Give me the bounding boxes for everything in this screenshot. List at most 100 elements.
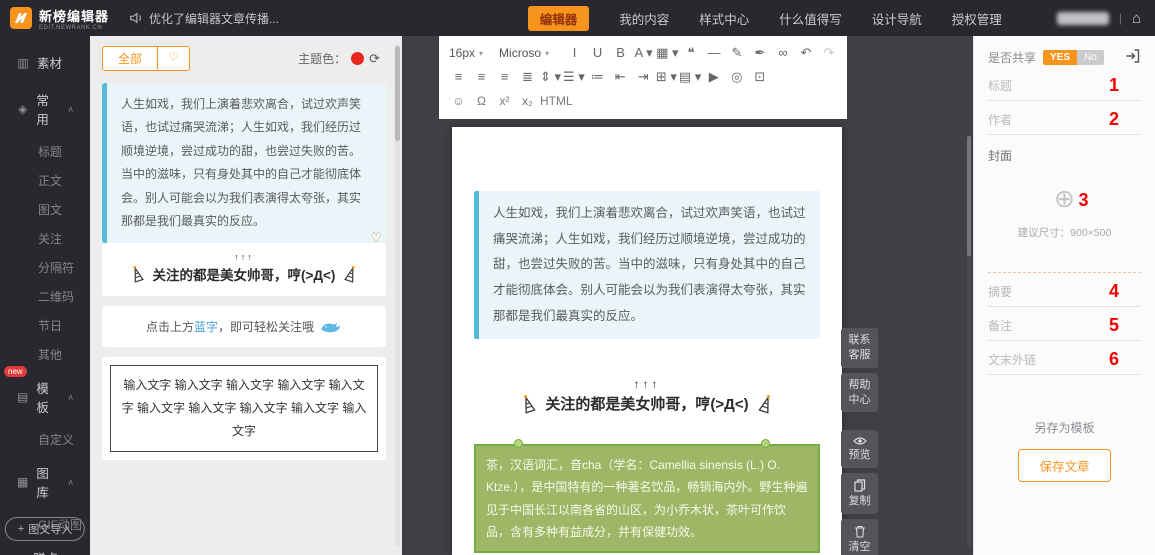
subscript-button[interactable]: x₂: [516, 91, 539, 111]
username-redacted[interactable]: [1057, 12, 1109, 25]
copy-button[interactable]: 复制: [841, 473, 878, 514]
cover-label: 封面: [988, 147, 1141, 164]
bold-button[interactable]: B: [609, 43, 632, 63]
align-justify-button[interactable]: ≣: [516, 67, 539, 87]
announcement-banner[interactable]: 优化了编辑器文章传播...: [129, 10, 279, 27]
clear-button[interactable]: 清空: [841, 519, 878, 555]
font-color-button[interactable]: A ▾: [632, 43, 655, 63]
insert-video-button[interactable]: ▶: [702, 67, 725, 87]
speaker-icon: [129, 11, 143, 25]
exit-icon[interactable]: [1124, 48, 1141, 67]
share-yes-button[interactable]: YES: [1043, 50, 1077, 65]
import-article-button[interactable]: + 图文导入: [5, 517, 85, 541]
emoji-button[interactable]: ☺: [447, 91, 470, 111]
style-card-click-follow[interactable]: 点击上方蓝字，即可轻松关注哦: [102, 306, 386, 347]
line-height-button[interactable]: ⇕ ▾: [539, 67, 562, 87]
superscript-button[interactable]: x²: [493, 91, 516, 111]
bullet-list-button[interactable]: ☰ ▾: [562, 67, 586, 87]
nav-item-style-center[interactable]: 样式中心: [699, 9, 749, 28]
selected-text-block[interactable]: 茶，汉语词汇，音cha（学名：Camellia sinensis (L.) O.…: [474, 444, 820, 553]
insert-table-button[interactable]: ⊞ ▾: [655, 67, 678, 87]
undo-button[interactable]: ↶: [795, 43, 818, 63]
scrollbar-thumb[interactable]: [395, 46, 400, 141]
underline-button[interactable]: U: [586, 43, 609, 63]
step-annotation-3: 3: [1079, 190, 1089, 211]
italic-button[interactable]: I: [563, 43, 586, 63]
outdent-button[interactable]: ⇤: [609, 67, 632, 87]
filter-all-button[interactable]: 全部: [103, 47, 157, 70]
like-heart-icon[interactable]: ♡: [370, 225, 382, 250]
party-cone-icon: [126, 263, 147, 285]
sidebar-sub-item[interactable]: 节日: [0, 311, 90, 340]
sidebar-group-earn-header[interactable]: ¥ 赚点钱 ∧: [0, 539, 90, 555]
cover-size-hint: 建议尺寸：900×500: [1018, 225, 1112, 240]
sidebar-sub-item[interactable]: 图文: [0, 195, 90, 224]
placeholder-text-box: 输入文字 输入文字 输入文字 输入文字 输入文字 输入文字 输入文字 输入文字 …: [110, 365, 378, 451]
sidebar-group-common-header[interactable]: ◈ 常用 ∧: [0, 81, 90, 137]
insert-media-button[interactable]: ▤ ▾: [678, 67, 702, 87]
fullscreen-button[interactable]: ⊡: [748, 67, 771, 87]
logo-subtitle: EDIT.NEWRANK.CN: [39, 25, 109, 31]
font-family-select[interactable]: Microso ▾: [497, 44, 555, 62]
nav-item-design-nav[interactable]: 设计导航: [872, 9, 922, 28]
scrollbar-thumb[interactable]: [967, 136, 971, 256]
search-replace-button[interactable]: ◎: [725, 67, 748, 87]
step-annotation-6: 6: [1109, 349, 1119, 370]
font-size-select[interactable]: 16px ▾: [447, 44, 489, 62]
sidebar-sub-item[interactable]: 分隔符: [0, 253, 90, 282]
font-family-value: Microso: [499, 46, 541, 60]
preview-button[interactable]: 预览: [841, 430, 878, 468]
whale-icon: [320, 320, 342, 334]
help-center-button[interactable]: 帮助 中心: [841, 373, 878, 413]
save-as-template-link[interactable]: 另存为模板: [988, 419, 1141, 436]
sidebar-group-template: new ▤ 模板 ∧ 自定义: [0, 369, 90, 454]
sidebar-sub-item[interactable]: 标题: [0, 137, 90, 166]
page-follow-block[interactable]: ↑↑↑ 关注的都是美女帅哥，哼(>Д<): [474, 377, 820, 414]
sidebar-sub-item[interactable]: 二维码: [0, 282, 90, 311]
cover-upload-box[interactable]: ⊕ 3 建议尺寸：900×500: [988, 164, 1141, 262]
sidebar-item-material[interactable]: ▥ 素材: [0, 44, 90, 81]
save-article-button[interactable]: 保存文章: [1018, 449, 1110, 482]
style-card-quote[interactable]: 人生如戏，我们上演着悲欢离合，试过欢声笑语，也试过痛哭流涕；人生如戏，我们经历过…: [102, 83, 386, 243]
nav-item-editor[interactable]: 编辑器: [528, 6, 590, 31]
horizontal-rule-button[interactable]: —: [703, 43, 726, 63]
theme-refresh-icon[interactable]: ⟳: [369, 51, 380, 67]
page-quote-block[interactable]: 人生如戏，我们上演着悲欢离合，试过欢声笑语，也试过痛哭流涕；人生如戏，我们经历过…: [474, 191, 820, 339]
html-button[interactable]: HTML: [539, 91, 574, 111]
sidebar-sub-item[interactable]: 其他: [0, 340, 90, 369]
nav-item-my-content[interactable]: 我的内容: [619, 9, 669, 28]
contact-support-button[interactable]: 联系 客服: [841, 328, 878, 368]
indent-button[interactable]: ⇥: [632, 67, 655, 87]
share-no-button[interactable]: No: [1077, 50, 1104, 65]
redo-button[interactable]: ↷: [818, 43, 841, 63]
sign-pen-button[interactable]: ✒: [749, 43, 772, 63]
sidebar-group-gallery-header[interactable]: ▦ 图库 ∧: [0, 454, 90, 510]
share-toggle-row: 是否共享 YES No: [988, 48, 1141, 67]
favorites-filter-button[interactable]: ♡: [157, 47, 189, 70]
format-brush-button[interactable]: ✎: [726, 43, 749, 63]
style-card-follow[interactable]: ↑↑↑ 关注的都是美女帅哥，哼(>Д<): [102, 243, 386, 296]
omega-button[interactable]: Ω: [470, 91, 493, 111]
theme-color-swatch[interactable]: [351, 52, 364, 65]
sidebar-sub-item[interactable]: 自定义: [0, 425, 90, 454]
editor-page[interactable]: 人生如戏，我们上演着悲欢离合，试过欢声笑语，也试过痛哭流涕；人生如戏，我们经历过…: [452, 127, 842, 555]
blockquote-button[interactable]: ❝: [680, 43, 703, 63]
nav-item-worth-writing[interactable]: 什么值得写: [779, 9, 842, 28]
insert-link-button[interactable]: ∞: [772, 43, 795, 63]
selection-handle[interactable]: [761, 439, 770, 448]
selection-handle[interactable]: [514, 439, 523, 448]
align-center-button[interactable]: ≡: [470, 67, 493, 87]
align-right-button[interactable]: ≡: [493, 67, 516, 87]
insert-image-button[interactable]: ▦ ▾: [655, 43, 679, 63]
home-icon[interactable]: ⌂: [1132, 10, 1141, 27]
newrank-logo[interactable]: 新榜编辑器 EDIT.NEWRANK.CN: [10, 6, 109, 31]
ordered-list-button[interactable]: ≔: [586, 67, 609, 87]
sidebar-group-template-header[interactable]: new ▤ 模板 ∧: [0, 369, 90, 425]
style-card-text-placeholder[interactable]: 输入文字 输入文字 输入文字 输入文字 输入文字 输入文字 输入文字 输入文字 …: [102, 357, 386, 459]
sidebar-sub-item[interactable]: 关注: [0, 224, 90, 253]
align-left-button[interactable]: ≡: [447, 67, 470, 87]
sidebar-sub-item[interactable]: 正文: [0, 166, 90, 195]
external-link-field: 6: [988, 345, 1141, 375]
nav-item-auth-manage[interactable]: 授权管理: [952, 9, 1002, 28]
title-field: 1: [988, 71, 1141, 101]
